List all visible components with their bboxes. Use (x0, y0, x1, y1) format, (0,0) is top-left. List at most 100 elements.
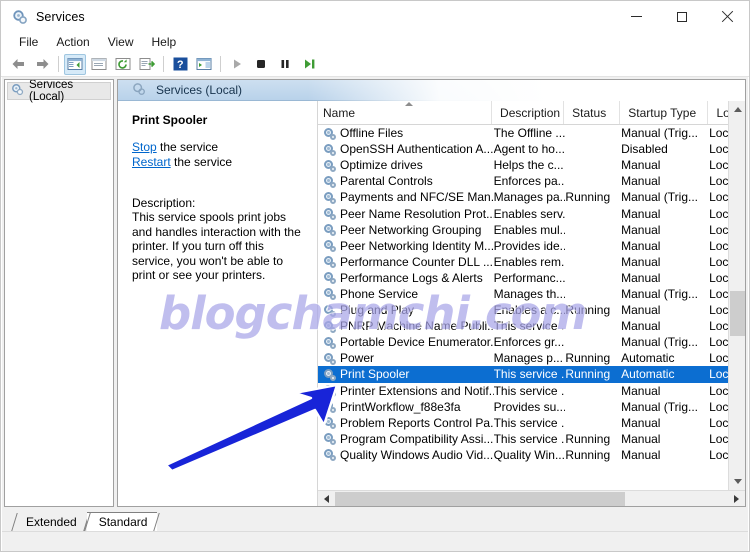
table-row[interactable]: Performance Logs & Alerts Performanc... Ma… (318, 270, 745, 286)
cell-description: Quality Win... (493, 447, 565, 462)
service-name: Peer Name Resolution Prot... (340, 206, 494, 221)
services-gear-icon (323, 191, 336, 204)
cell-description: Provides ide... (493, 238, 566, 253)
horizontal-scroll-thumb[interactable] (335, 492, 625, 506)
services-gear-icon (323, 400, 336, 414)
tab-extended[interactable]: Extended (14, 513, 87, 531)
menu-file[interactable]: File (10, 33, 47, 51)
table-row[interactable]: Problem Reports Control Pa... This servic… (318, 415, 745, 431)
scroll-down-button[interactable] (729, 473, 745, 490)
cell-name: Phone Service (318, 287, 494, 301)
stop-service-button[interactable] (250, 54, 272, 75)
scroll-right-button[interactable] (728, 491, 745, 506)
services-gear-icon (323, 239, 336, 253)
services-window: Services File Action View Help ? Service… (0, 0, 750, 552)
forward-button[interactable] (31, 54, 53, 75)
cell-status: Running (565, 351, 611, 366)
services-list-view: Name Description Status Startup Type Log (318, 101, 745, 506)
toolbar-separator (163, 56, 164, 72)
column-header-description[interactable]: Description (492, 101, 565, 124)
table-row[interactable]: Program Compatibility Assi... This servic… (318, 431, 745, 447)
service-name: Performance Counter DLL ... (340, 254, 493, 269)
table-row[interactable]: PrintWorkflow_f88e3fa Provides su... Manua… (318, 399, 745, 415)
list-rows-container: Offline Files The Offline ... Manual (Trig… (318, 125, 745, 506)
cell-startup-type: Manual (621, 206, 661, 221)
show-hide-console-tree-button[interactable] (64, 53, 86, 75)
tree-node-services-local[interactable]: Services (Local) (7, 80, 111, 103)
service-name: Performance Logs & Alerts (340, 270, 483, 285)
content-area: Services (Local) Services (Local) Print … (2, 77, 748, 509)
table-row[interactable]: Power Manages p... Running Automatic Locà (318, 350, 745, 366)
tab-standard[interactable]: Standard (86, 512, 158, 531)
table-row[interactable]: Parental Controls Enforces pa... Manual Loc… (318, 173, 745, 189)
table-row[interactable]: OpenSSH Authentication A... Agent to ho..… (318, 141, 745, 157)
list-vertical-scrollbar[interactable] (728, 101, 745, 506)
maximize-button[interactable] (659, 1, 704, 32)
toolbar-separator (220, 56, 221, 72)
cell-startup-type: Manual (621, 431, 661, 446)
table-row[interactable]: Peer Networking Identity M... Provides id… (318, 238, 745, 254)
window-title: Services (36, 9, 85, 24)
table-row[interactable]: Peer Networking Grouping Enables mul... Ma… (318, 222, 745, 238)
table-row[interactable]: Printer Extensions and Notif... This serv… (318, 383, 745, 399)
services-gear-icon (323, 368, 336, 381)
cell-description: Enforces gr... (493, 335, 565, 350)
menu-help[interactable]: Help (143, 33, 186, 51)
cell-status: Running (565, 303, 611, 318)
list-horizontal-scrollbar[interactable] (318, 490, 745, 506)
table-row[interactable]: Plug and Play Enables a c... Running Manual… (318, 302, 745, 318)
cell-startup-type: Manual (621, 222, 661, 237)
service-name: Program Compatibility Assi... (340, 431, 494, 446)
cell-description: Manages pa... (493, 190, 566, 205)
menu-action[interactable]: Action (47, 33, 98, 51)
column-header-startup-type[interactable]: Startup Type (620, 101, 709, 124)
scroll-up-button[interactable] (729, 101, 745, 118)
menu-view[interactable]: View (99, 33, 143, 51)
restart-service-link[interactable]: Restart (132, 155, 171, 169)
help-button[interactable]: ? (169, 54, 191, 75)
show-hide-action-pane-button[interactable] (193, 54, 215, 75)
table-row[interactable]: Optimize drives Helps the c... Manual Locà (318, 157, 745, 173)
properties-button[interactable] (88, 54, 110, 75)
table-row[interactable]: Offline Files The Offline ... Manual (Trig… (318, 125, 745, 141)
cell-name: Program Compatibility Assi... (318, 432, 494, 446)
close-button[interactable] (704, 1, 749, 32)
horizontal-scroll-track[interactable] (335, 491, 728, 506)
services-gear-icon (323, 223, 336, 237)
stop-service-suffix: the service (156, 140, 219, 154)
menu-bar: File Action View Help (1, 32, 749, 52)
table-row[interactable]: Payments and NFC/SE Man... Manages pa... R… (318, 189, 745, 205)
stop-service-link[interactable]: Stop (132, 140, 157, 154)
table-row[interactable]: Print Spooler This service ... Running Auto… (318, 366, 745, 383)
services-gear-icon (323, 207, 336, 221)
console-tree-pane: Services (Local) (4, 79, 114, 507)
table-row[interactable]: PNRP Machine Name Publi... This service .… (318, 318, 745, 334)
table-row[interactable]: Phone Service Manages th... Manual (Trig..… (318, 286, 745, 302)
column-header-status[interactable]: Status (564, 101, 621, 124)
minimize-button[interactable] (614, 1, 659, 32)
minimize-icon (631, 16, 642, 17)
table-row[interactable]: Quality Windows Audio Vid... Quality Win.… (318, 447, 745, 463)
table-row[interactable]: Peer Name Resolution Prot... Enables serv… (318, 205, 745, 221)
services-gear-icon (323, 127, 336, 140)
vertical-scroll-thumb[interactable] (730, 291, 745, 336)
cell-name: Plug and Play (318, 303, 494, 317)
cell-name: Problem Reports Control Pa... (318, 416, 494, 430)
service-name: PrintWorkflow_f88e3fa (340, 399, 461, 414)
services-gear-icon (323, 384, 336, 398)
back-button[interactable] (7, 54, 29, 75)
start-service-button[interactable] (226, 54, 248, 75)
export-list-button[interactable] (136, 54, 158, 75)
services-gear-icon (323, 255, 336, 269)
scroll-left-button[interactable] (318, 491, 335, 506)
pane-header-label: Services (Local) (156, 83, 243, 97)
column-header-name[interactable]: Name (318, 101, 493, 124)
service-name: Offline Files (340, 126, 404, 141)
refresh-button[interactable] (112, 54, 134, 75)
tab-standard-label: Standard (98, 515, 148, 529)
pause-service-button[interactable] (274, 54, 296, 75)
table-row[interactable]: Performance Counter DLL ... Enables rem..… (318, 254, 745, 270)
services-gear-icon (323, 432, 336, 446)
restart-service-button[interactable] (298, 54, 320, 75)
table-row[interactable]: Portable Device Enumerator... Enforces gr… (318, 334, 745, 350)
